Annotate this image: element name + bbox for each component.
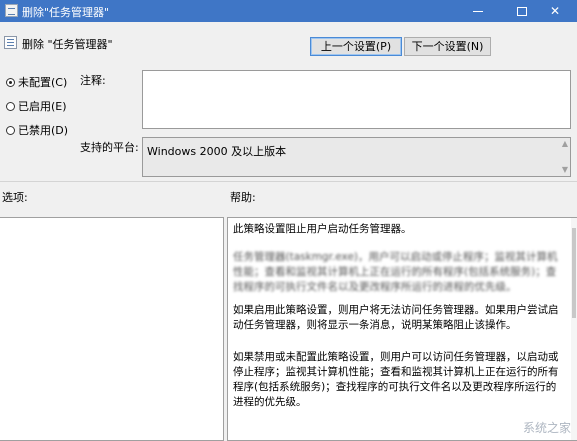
radio-label: 未配置(C)	[18, 76, 68, 89]
help-paragraph: 任务管理器(taskmgr.exe)，用户可以启动或停止程序；监视其计算机性能；…	[233, 251, 558, 293]
previous-setting-button[interactable]: 上一个设置(P)	[310, 37, 402, 56]
help-paragraph: 如果禁用或未配置此策略设置，则用户可以访问任务管理器，以启动或停止程序；监视其计…	[233, 351, 559, 408]
platform-value: Windows 2000 及以上版本	[147, 145, 287, 158]
comment-textarea[interactable]	[142, 70, 571, 129]
help-label: 帮助:	[230, 191, 256, 204]
section-divider	[0, 181, 577, 182]
platform-label: 支持的平台:	[80, 141, 139, 154]
help-paragraph: 此策略设置阻止用户启动任务管理器。	[233, 223, 412, 235]
help-panel: 此策略设置阻止用户启动任务管理器。 任务管理器(taskmgr.exe)，用户可…	[227, 217, 577, 441]
help-paragraph: 如果启用此策略设置，则用户将无法访问任务管理器。如果用户尝试启动任务管理器，则将…	[233, 304, 559, 331]
options-label: 选项:	[2, 191, 28, 204]
radio-not-configured[interactable]: 未配置(C)	[6, 74, 67, 90]
minimize-icon	[473, 11, 483, 12]
window-title: 删除"任务管理器"	[22, 6, 110, 19]
radio-label: 已启用(E)	[18, 100, 67, 113]
radio-button[interactable]	[6, 102, 15, 111]
policy-setting-icon	[4, 36, 17, 49]
radio-label: 已禁用(D)	[18, 124, 69, 137]
title-bar: 删除"任务管理器" ✕	[0, 0, 577, 22]
radio-button[interactable]	[6, 78, 15, 87]
policy-name: 删除 "任务管理器"	[22, 38, 113, 51]
options-panel	[0, 217, 224, 441]
radio-disabled[interactable]: 已禁用(D)	[6, 122, 68, 138]
scroll-up-icon[interactable]: ▲	[562, 140, 568, 148]
comment-label: 注释:	[80, 74, 106, 87]
radio-enabled[interactable]: 已启用(E)	[6, 98, 67, 114]
radio-button[interactable]	[6, 126, 15, 135]
watermark-logo: 系统之家	[522, 421, 571, 435]
scroll-down-icon[interactable]: ▼	[562, 166, 568, 174]
next-setting-button[interactable]: 下一个设置(N)	[404, 37, 491, 56]
close-button[interactable]: ✕	[533, 0, 577, 22]
platform-field: Windows 2000 及以上版本 ▲ ▼	[142, 137, 571, 177]
maximize-icon	[517, 7, 527, 16]
policy-window-icon	[5, 4, 18, 17]
close-icon: ✕	[549, 4, 561, 18]
minimize-button[interactable]	[456, 0, 500, 22]
help-scrollbar[interactable]	[571, 218, 577, 440]
